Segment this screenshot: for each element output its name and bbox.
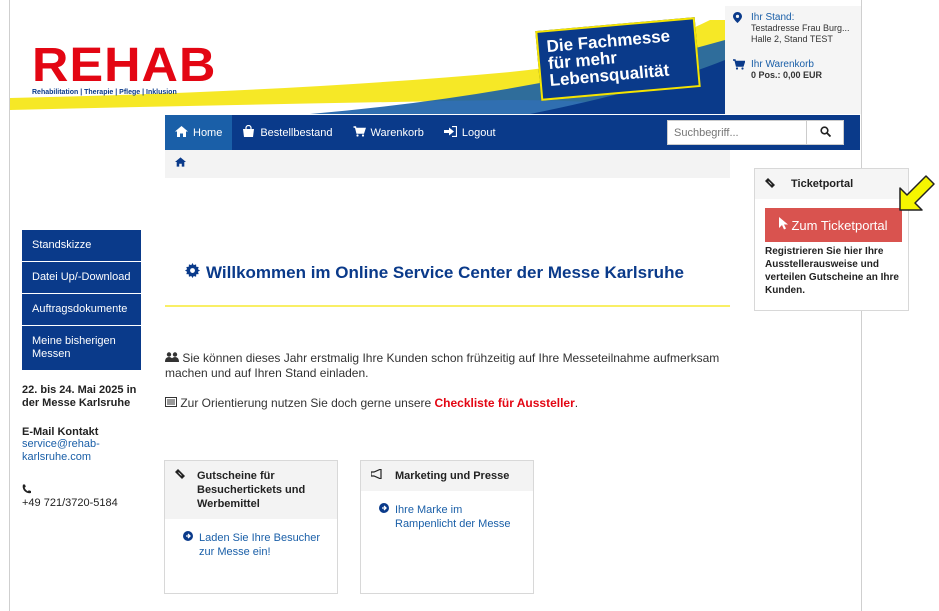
main-nav: Home Bestellbestand Warenkorb Logout — [165, 115, 860, 150]
map-marker-icon — [733, 12, 751, 45]
intro-paragraph: Sie können dieses Jahr erstmalig Ihre Ku… — [165, 351, 735, 381]
rehab-logo[interactable]: REHAB — [32, 42, 216, 90]
list-icon — [165, 396, 177, 410]
nav-label: Home — [193, 126, 223, 139]
card-title: Marketing und Presse — [395, 470, 510, 482]
checklist-suffix: . — [574, 396, 579, 410]
ticket-icon — [765, 177, 775, 191]
cart-link[interactable]: Ihr Warenkorb — [751, 59, 822, 70]
ticketportal-box: Ticketportal Zum Ticketportal Registrier… — [754, 168, 909, 311]
ticketportal-button[interactable]: Zum Ticketportal — [765, 208, 902, 242]
logout-icon — [443, 125, 458, 140]
card-link[interactable]: Laden Sie Ihre Besucher zur Messe ein! — [199, 531, 327, 559]
ticketportal-header: Ticketportal — [755, 169, 908, 199]
pointer-icon — [779, 217, 789, 233]
card-header: Marketing und Presse — [361, 461, 533, 491]
stand-label-link[interactable]: Ihr Stand: — [751, 12, 850, 23]
card-title: Gutscheine für Besuchertickets und Werbe… — [197, 470, 306, 510]
contact-email-link[interactable]: service@rehab-karlsruhe.com — [22, 438, 141, 464]
checklist-prefix: Zur Orientierung nutzen Sie doch gerne u… — [180, 396, 435, 410]
stand-info: Ihr Stand: Testadresse Frau Burg... Hall… — [733, 12, 850, 45]
contact-phone: +49 721/3720-5184 — [22, 497, 118, 509]
home-icon[interactable] — [175, 157, 186, 170]
logo-subtitle: Rehabilitation | Therapie | Pflege | Ink… — [32, 89, 177, 96]
sidebar-item-bisherige-messen[interactable]: Meine bisherigen Messen — [22, 326, 141, 370]
event-date: 22. bis 24. Mai 2025 in der Messe Karlsr… — [22, 384, 137, 409]
nav-item-bestellbestand[interactable]: Bestellbestand — [232, 115, 342, 150]
ticketportal-button-label: Zum Ticketportal — [791, 217, 888, 233]
ticketportal-description: Registrieren Sie hier Ihre Ausstelleraus… — [765, 246, 899, 296]
page-title: Willkommen im Online Service Center der … — [185, 263, 684, 283]
home-icon — [175, 125, 188, 140]
nav-label: Warenkorb — [370, 126, 424, 139]
sidebar-item-standskizze[interactable]: Standskizze — [22, 230, 141, 261]
users-icon — [165, 351, 179, 365]
cart-info: Ihr Warenkorb 0 Pos.: 0,00 EUR — [733, 59, 822, 81]
sidebar-item-datei-download[interactable]: Datei Up/-Download — [22, 262, 141, 293]
search-input[interactable] — [667, 120, 807, 145]
nav-label: Bestellbestand — [260, 126, 333, 139]
stand-address: Testadresse Frau Burg... — [751, 23, 850, 33]
contact-heading: E-Mail Kontakt — [22, 426, 99, 438]
nav-item-home[interactable]: Home — [165, 115, 233, 150]
highlight-arrow-icon — [899, 175, 935, 211]
arrow-circle-right-icon — [379, 503, 389, 531]
cart-summary: 0 Pos.: 0,00 EUR — [751, 70, 823, 80]
sidebar: Standskizze Datei Up/-Download Auftragsd… — [22, 230, 141, 509]
divider — [165, 305, 730, 307]
card-gutscheine: Gutscheine für Besuchertickets und Werbe… — [164, 460, 338, 594]
cart-icon — [733, 59, 751, 81]
cart-icon — [353, 125, 366, 140]
intro-text: Sie können dieses Jahr erstmalig Ihre Ku… — [165, 351, 720, 380]
sidebar-item-auftragsdokumente[interactable]: Auftragsdokumente — [22, 294, 141, 325]
card-body: Ihre Marke im Rampenlicht der Messe — [361, 491, 533, 543]
stand-hall: Halle 2, Stand TEST — [751, 34, 833, 44]
welcome-heading: Willkommen im Online Service Center der … — [206, 263, 684, 282]
search-box — [667, 120, 844, 145]
card-marketing: Marketing und Presse Ihre Marke im Rampe… — [360, 460, 534, 594]
bullhorn-icon — [370, 468, 383, 483]
card-link[interactable]: Ihre Marke im Rampenlicht der Messe — [395, 503, 523, 531]
card-body: Laden Sie Ihre Besucher zur Messe ein! — [165, 519, 337, 571]
shopping-bag-icon — [242, 124, 255, 140]
breadcrumb — [165, 150, 730, 178]
nav-label: Logout — [461, 126, 496, 139]
search-icon — [819, 125, 831, 140]
phone-icon — [22, 484, 141, 497]
ticket-icon — [175, 469, 185, 511]
tagline-badge: Die Fachmesse für mehr Lebensqualität — [535, 17, 701, 101]
card-header: Gutscheine für Besuchertickets und Werbe… — [165, 461, 337, 519]
search-button[interactable] — [807, 120, 844, 145]
gear-icon — [185, 263, 200, 283]
arrow-circle-right-icon — [183, 531, 193, 559]
nav-item-logout[interactable]: Logout — [434, 115, 506, 150]
nav-item-warenkorb[interactable]: Warenkorb — [343, 115, 434, 150]
checklist-paragraph: Zur Orientierung nutzen Sie doch gerne u… — [165, 396, 735, 410]
stand-info-box: Ihr Stand: Testadresse Frau Burg... Hall… — [725, 6, 861, 114]
ticketportal-title: Ticketportal — [791, 178, 854, 190]
checklist-link[interactable]: Checkliste für Aussteller — [435, 396, 575, 410]
